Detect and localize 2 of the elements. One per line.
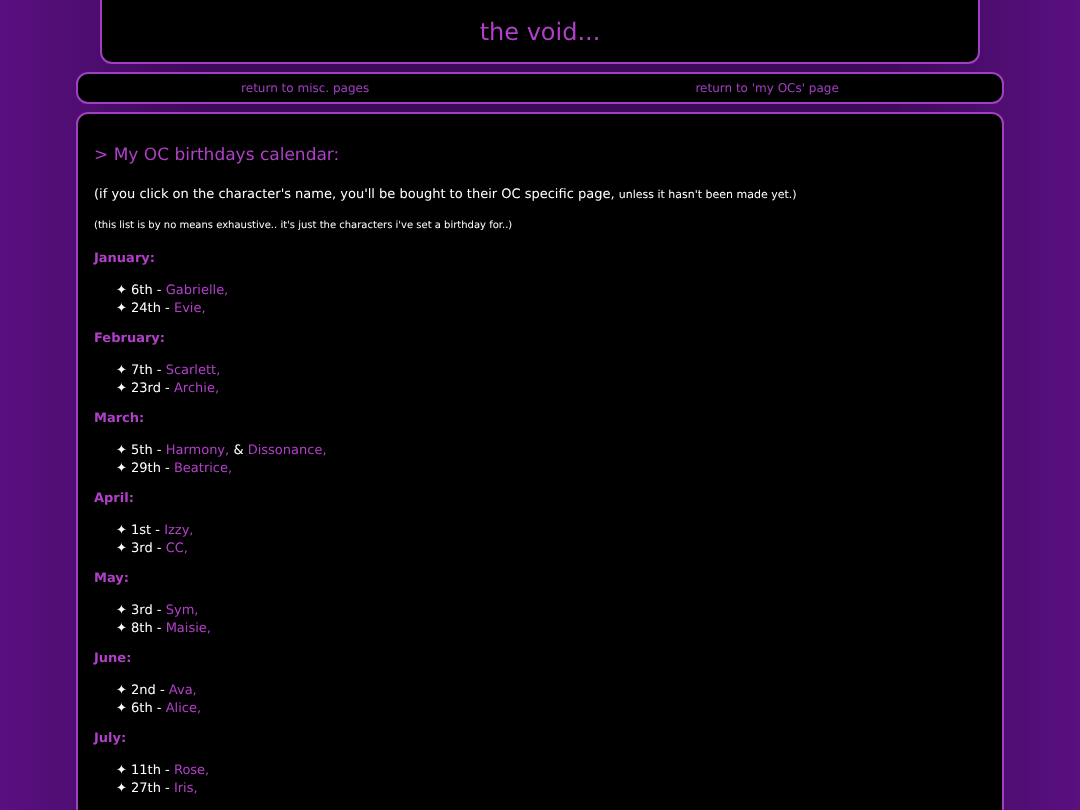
page-heading: > My OC birthdays calendar: (94, 146, 342, 166)
site-title: the void... (479, 17, 601, 45)
